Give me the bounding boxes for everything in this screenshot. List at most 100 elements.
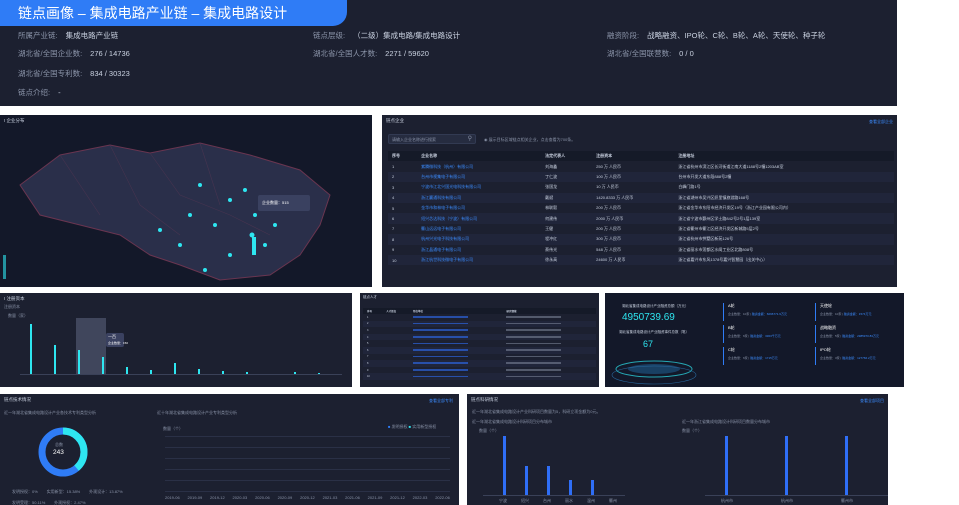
table-row[interactable]: 7 <box>363 354 596 361</box>
table-row[interactable]: 9 <box>363 367 596 374</box>
research-bar[interactable] <box>569 480 572 495</box>
table-cell: 浙江省金华市东阳市经济开发区19号（浙江产业园有限公司内） <box>678 205 791 211</box>
info-field: 湖北省/全国企业数: 276 / 14736 <box>18 49 130 58</box>
info-field: 链点层级: （二级）集成电路/集成电路设计 <box>313 31 461 40</box>
table-cell <box>382 333 410 341</box>
reg-capital-bar[interactable] <box>102 356 104 374</box>
enterprise-name-link[interactable]: 紫腾微科技（杭州）有限公司 <box>417 161 541 171</box>
research-bar[interactable] <box>725 436 728 495</box>
enterprise-name-link[interactable]: 衢山远远电子有限公司 <box>417 224 541 234</box>
enterprise-name-link[interactable]: 金华市和林电子有限公司 <box>417 203 541 213</box>
table-row[interactable]: 3 <box>363 327 596 334</box>
table-row[interactable]: 4 <box>363 333 596 341</box>
research-bar[interactable] <box>845 436 848 495</box>
reg-capital-bar[interactable] <box>126 366 128 374</box>
view-all-projects-link[interactable]: 查看全部项目 <box>860 398 884 404</box>
talent-panel: 链点人才 序号 人才姓名 所在单位 研究领域 1 2 3 4 5 6 7 8 9 10 <box>360 293 599 387</box>
table-row[interactable]: 1 紫腾微科技（杭州）有限公司 刘海鑫 250 万 人民币 浙江省杭州市滨江区长河街道江… <box>388 161 894 171</box>
table-row[interactable]: 6 绍兴芯达科技（宁波）有限公司 何建伟 2000 万 人民币 浙江省宁波市鄞州区学士路… <box>388 213 894 224</box>
table-row[interactable]: 10 浙江杭世科技微电子有限公司 徐永高 24600 万 人民币 浙江省嘉兴市东风137… <box>388 254 894 266</box>
search-icon[interactable]: ⚲ <box>468 135 472 142</box>
col-header: 注册地址 <box>674 151 894 162</box>
table-row[interactable]: 1 <box>363 314 596 321</box>
table-cell: 4 <box>388 192 418 203</box>
research-bar[interactable] <box>547 465 550 495</box>
table-cell: 徐永高 <box>541 254 593 266</box>
enterprise-name-link[interactable]: 杭州兴光电子科技有限公司 <box>417 234 542 245</box>
research-bar[interactable] <box>785 436 788 495</box>
table-row[interactable]: 8 杭州兴光电子科技有限公司 程冲红 300 万 人民币 浙江省杭州市拱墅区新苑126号 <box>388 234 894 245</box>
x-tick-label: 衢州 <box>609 498 617 503</box>
reg-capital-bar[interactable] <box>78 350 80 374</box>
table-cell <box>502 367 596 374</box>
view-all-enterprises-link[interactable]: 查看全部企业 <box>869 119 893 125</box>
china-map[interactable] <box>0 115 372 287</box>
table-cell: 8 <box>388 234 418 245</box>
table-row[interactable]: 5 <box>363 340 596 347</box>
x-tick-label: 2021-09 <box>367 495 383 500</box>
table-row[interactable]: 9 浙江晶通电子有限公司 蔡伟光 548 万 人民币 浙江省丽水市莲都区水阁工业区北路8… <box>388 245 894 255</box>
table-cell: 浙江省杭州市滨江区长河街道江南大道1188号2幢1203AB室 <box>678 163 784 169</box>
enterprise-table: 序号 企业名称 法定代表人 注册资本 注册地址 1 紫腾微科技（杭州）有限公司 刘海… <box>388 151 894 266</box>
table-cell <box>502 327 596 334</box>
table-cell: 白峰门路1号 <box>678 184 701 190</box>
table-cell: 300 万 人民币 <box>592 234 675 245</box>
x-tick-label: 温州 <box>587 498 595 503</box>
invest-platform-graphic <box>611 360 697 385</box>
table-cell: 刘海鑫 <box>545 163 558 169</box>
view-all-patents-link[interactable]: 查看全部专利 <box>429 398 453 404</box>
table-row[interactable]: 2 <box>363 320 596 328</box>
reg-capital-bar[interactable] <box>174 363 176 374</box>
table-cell <box>382 314 409 321</box>
enterprise-name-link[interactable]: 浙江晶通电子有限公司 <box>417 245 541 255</box>
enterprise-name-link[interactable]: 台州市视集电子有限公司 <box>417 171 542 183</box>
research-bar[interactable] <box>503 436 506 495</box>
table-cell <box>409 346 503 354</box>
table-cell: 4 <box>363 333 383 341</box>
investment-round-card: B轮 企业数量：6家 | 融资金额：3303千万元 <box>723 325 808 343</box>
table-cell: 林联毅 <box>545 205 558 211</box>
table-row[interactable]: 5 金华市和林电子有限公司 林联毅 200 万 人民币 浙江省金华市东阳市经济开发区19… <box>388 203 894 213</box>
table-cell: 2000 万 人民币 <box>592 213 675 224</box>
enterprise-name-link[interactable]: 浙江赢通科技有限公司 <box>417 192 542 203</box>
enterprise-name-link[interactable]: 宁波市江北兴国光电科技有限公司 <box>417 182 541 192</box>
page-title: 链点画像 – 集成电路产业链 – 集成电路设计 <box>0 0 347 26</box>
enterprise-name-link[interactable]: 浙江杭世科技微电子有限公司 <box>417 254 542 266</box>
grid-line <box>165 458 450 459</box>
table-row[interactable]: 10 <box>363 373 596 380</box>
reg-capital-bar[interactable] <box>54 345 56 374</box>
table-cell: 24600 万 人民币 <box>592 254 675 266</box>
table-row[interactable]: 4 浙江赢通科技有限公司 戴斌 1420.8333 万 人民币 浙江省湖州市吴兴区织里镇… <box>388 192 894 203</box>
reg-capital-bar[interactable] <box>30 323 32 374</box>
enterprise-search-input[interactable]: 请输入企业名称进行搜索 ⚲ <box>388 134 476 144</box>
table-cell: 10 <box>388 254 418 266</box>
table-cell: 7 <box>392 226 395 232</box>
invest-count-label: 湖北省集成电路设计产业融资事件总数（笔） <box>619 330 689 334</box>
table-cell: 548 万 人民币 <box>596 246 622 252</box>
table-cell <box>409 367 502 374</box>
info-field: 链点介绍: - <box>18 88 61 97</box>
info-field: 湖北省/全国联营数: 0 / 0 <box>607 49 694 58</box>
table-cell: 1 <box>367 315 369 319</box>
table-row[interactable]: 7 衢山远远电子有限公司 王健 200 万 人民币 浙江省衢州市衢江区经济开发区新城路5… <box>388 224 894 234</box>
enterprise-filter[interactable]: ◉ 展示目标区域链点相关企业，点击查看为700条。 <box>484 137 575 143</box>
enterprise-panel: 链点企业 查看全部企业 请输入企业名称进行搜索 ⚲ ◉ 展示目标区域链点相关企业… <box>382 115 897 287</box>
table-row[interactable]: 8 <box>363 360 596 367</box>
table-cell: 浙江省杭州市拱墅区新苑126号 <box>674 234 894 245</box>
table-row[interactable]: 6 <box>363 346 596 354</box>
research-bar[interactable] <box>525 465 528 495</box>
research-subtitle2: 近一年浙江省集成电路设计科研项目数量分布城市 <box>682 419 770 424</box>
table-cell <box>382 327 409 334</box>
donut-label: 总数 <box>55 442 63 447</box>
research-bar[interactable] <box>591 480 594 495</box>
table-row[interactable]: 2 台州市视集电子有限公司 丁仁波 100 万 人民币 台州市开发大道东段888号2幢 <box>388 171 894 183</box>
table-cell <box>382 373 410 380</box>
enterprise-name-link[interactable]: 绍兴芯达科技（宁波）有限公司 <box>417 213 542 224</box>
x-tick-label: 杭州市 <box>721 498 733 503</box>
table-cell <box>409 373 503 380</box>
table-cell: 2 <box>388 171 418 183</box>
tech-subtitle2: 近十年湖北省集成电路设计产业专利类型分析 <box>157 410 237 415</box>
table-row[interactable]: 3 宁波市江北兴国光电科技有限公司 张国龙 10 万 人民币 白峰门路1号 <box>388 182 894 192</box>
table-cell <box>382 360 410 367</box>
table-cell: 张国龙 <box>545 184 558 190</box>
